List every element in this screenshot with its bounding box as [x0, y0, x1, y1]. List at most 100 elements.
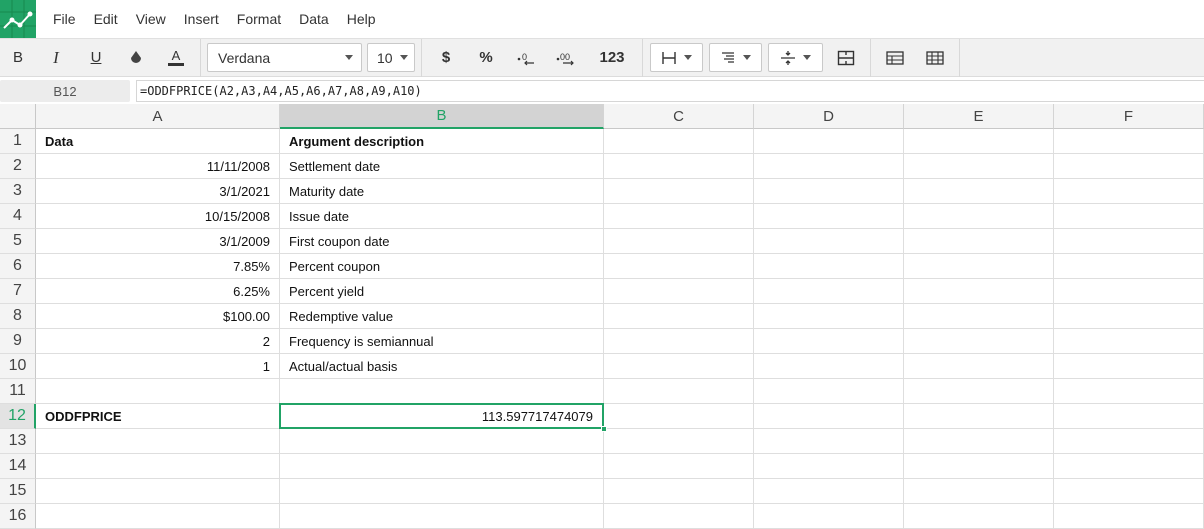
- row-header-13[interactable]: 13: [0, 429, 36, 454]
- row-header-2[interactable]: 2: [0, 154, 36, 179]
- cell-a2[interactable]: 11/11/2008: [36, 154, 280, 179]
- cell-c7[interactable]: [604, 279, 754, 304]
- menu-help[interactable]: Help: [338, 0, 385, 38]
- fill-handle[interactable]: [601, 426, 607, 432]
- percent-format-button[interactable]: %: [466, 39, 506, 77]
- cell-f9[interactable]: [1054, 329, 1204, 354]
- currency-format-button[interactable]: $: [426, 39, 466, 77]
- cell-d5[interactable]: [754, 229, 904, 254]
- cell-e4[interactable]: [904, 204, 1054, 229]
- cell-f1[interactable]: [1054, 129, 1204, 154]
- column-header-a[interactable]: A: [36, 104, 280, 129]
- cell-d1[interactable]: [754, 129, 904, 154]
- cell-e12[interactable]: [904, 404, 1054, 429]
- cell-b13[interactable]: [280, 429, 604, 454]
- cell-d11[interactable]: [754, 379, 904, 404]
- cell-d9[interactable]: [754, 329, 904, 354]
- row-header-12[interactable]: 12: [0, 404, 36, 429]
- row-header-4[interactable]: 4: [0, 204, 36, 229]
- bold-button[interactable]: B: [0, 39, 36, 77]
- row-header-5[interactable]: 5: [0, 229, 36, 254]
- menu-edit[interactable]: Edit: [85, 0, 127, 38]
- cell-a3[interactable]: 3/1/2021: [36, 179, 280, 204]
- cell-a8[interactable]: $100.00: [36, 304, 280, 329]
- cell-f3[interactable]: [1054, 179, 1204, 204]
- cell-c13[interactable]: [604, 429, 754, 454]
- cell-b7[interactable]: Percent yield: [280, 279, 604, 304]
- cell-f15[interactable]: [1054, 479, 1204, 504]
- row-header-9[interactable]: 9: [0, 329, 36, 354]
- menu-view[interactable]: View: [127, 0, 175, 38]
- cell-a11[interactable]: [36, 379, 280, 404]
- cell-e16[interactable]: [904, 504, 1054, 529]
- font-family-select[interactable]: Verdana: [207, 43, 362, 72]
- menu-insert[interactable]: Insert: [175, 0, 228, 38]
- cell-e14[interactable]: [904, 454, 1054, 479]
- cell-d8[interactable]: [754, 304, 904, 329]
- column-header-e[interactable]: E: [904, 104, 1054, 129]
- cell-c3[interactable]: [604, 179, 754, 204]
- row-header-3[interactable]: 3: [0, 179, 36, 204]
- font-size-select[interactable]: 10: [367, 43, 415, 72]
- cell-b14[interactable]: [280, 454, 604, 479]
- cell-b12[interactable]: 113.597717474079: [279, 403, 604, 429]
- insert-row-button[interactable]: [875, 39, 915, 77]
- fill-color-button[interactable]: [116, 39, 156, 77]
- cell-b9[interactable]: Frequency is semiannual: [280, 329, 604, 354]
- row-header-7[interactable]: 7: [0, 279, 36, 304]
- cell-c1[interactable]: [604, 129, 754, 154]
- cell-a14[interactable]: [36, 454, 280, 479]
- cell-e2[interactable]: [904, 154, 1054, 179]
- cell-d14[interactable]: [754, 454, 904, 479]
- cell-d6[interactable]: [754, 254, 904, 279]
- column-header-b[interactable]: B: [280, 104, 604, 129]
- cell-b2[interactable]: Settlement date: [280, 154, 604, 179]
- merge-cells-button[interactable]: [826, 39, 866, 77]
- cell-d4[interactable]: [754, 204, 904, 229]
- row-header-16[interactable]: 16: [0, 504, 36, 529]
- row-header-8[interactable]: 8: [0, 304, 36, 329]
- cell-a12[interactable]: ODDFPRICE: [36, 404, 280, 429]
- cell-f14[interactable]: [1054, 454, 1204, 479]
- cell-b5[interactable]: First coupon date: [280, 229, 604, 254]
- cell-d10[interactable]: [754, 354, 904, 379]
- cell-c12[interactable]: [604, 404, 754, 429]
- cell-a6[interactable]: 7.85%: [36, 254, 280, 279]
- cell-d15[interactable]: [754, 479, 904, 504]
- column-header-f[interactable]: F: [1054, 104, 1204, 129]
- cell-c6[interactable]: [604, 254, 754, 279]
- cell-a5[interactable]: 3/1/2009: [36, 229, 280, 254]
- cell-e15[interactable]: [904, 479, 1054, 504]
- cell-e10[interactable]: [904, 354, 1054, 379]
- cell-e5[interactable]: [904, 229, 1054, 254]
- cell-b16[interactable]: [280, 504, 604, 529]
- menu-data[interactable]: Data: [290, 0, 338, 38]
- cell-a7[interactable]: 6.25%: [36, 279, 280, 304]
- cell-b3[interactable]: Maturity date: [280, 179, 604, 204]
- cell-e11[interactable]: [904, 379, 1054, 404]
- cell-c2[interactable]: [604, 154, 754, 179]
- underline-button[interactable]: U: [76, 39, 116, 77]
- cell-f11[interactable]: [1054, 379, 1204, 404]
- cell-e9[interactable]: [904, 329, 1054, 354]
- cell-d2[interactable]: [754, 154, 904, 179]
- increase-decimal-button[interactable]: 00: [546, 39, 586, 77]
- cell-c5[interactable]: [604, 229, 754, 254]
- cell-f6[interactable]: [1054, 254, 1204, 279]
- cell-c11[interactable]: [604, 379, 754, 404]
- row-header-10[interactable]: 10: [0, 354, 36, 379]
- menu-format[interactable]: Format: [228, 0, 290, 38]
- cell-f5[interactable]: [1054, 229, 1204, 254]
- cell-e6[interactable]: [904, 254, 1054, 279]
- cell-e3[interactable]: [904, 179, 1054, 204]
- cell-f10[interactable]: [1054, 354, 1204, 379]
- select-all-corner[interactable]: [0, 104, 36, 129]
- cell-a4[interactable]: 10/15/2008: [36, 204, 280, 229]
- cell-e7[interactable]: [904, 279, 1054, 304]
- cell-f4[interactable]: [1054, 204, 1204, 229]
- row-header-11[interactable]: 11: [0, 379, 36, 404]
- cell-a10[interactable]: 1: [36, 354, 280, 379]
- insert-column-button[interactable]: [915, 39, 955, 77]
- cell-c8[interactable]: [604, 304, 754, 329]
- row-header-1[interactable]: 1: [0, 129, 36, 154]
